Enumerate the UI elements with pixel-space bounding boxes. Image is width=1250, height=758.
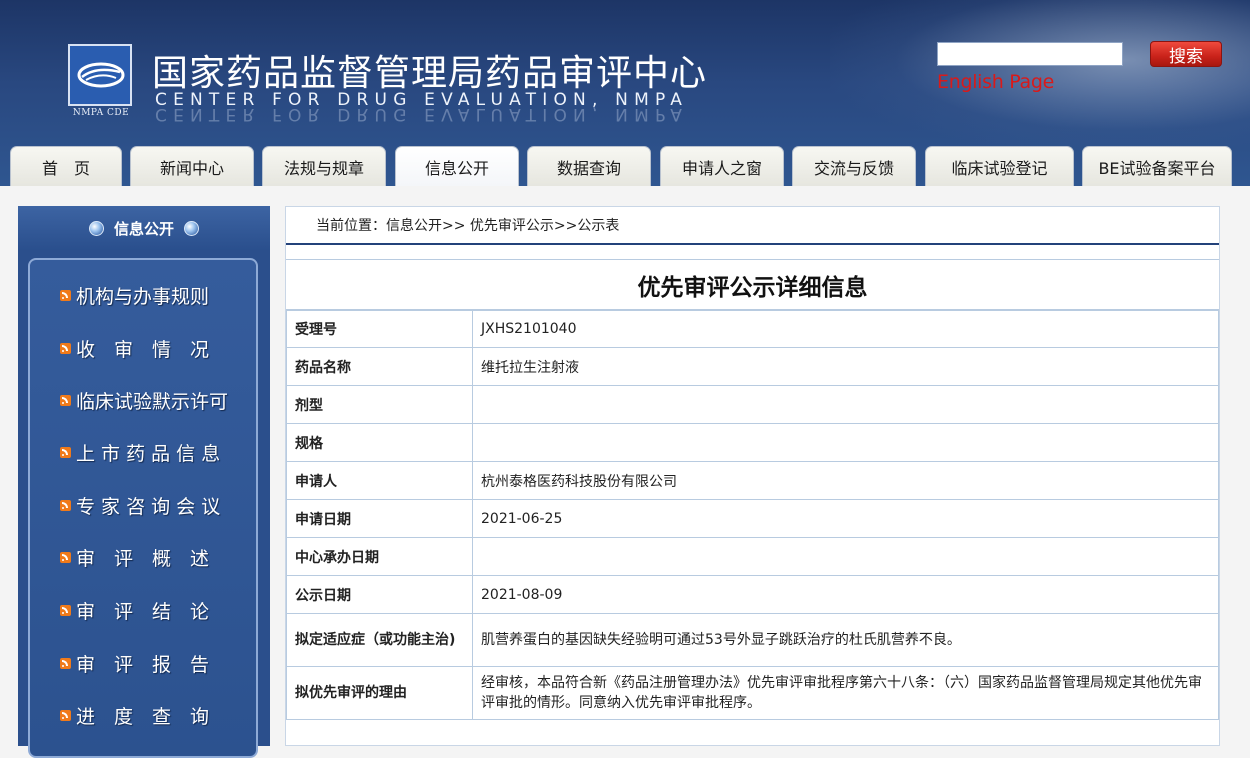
table-row: 公示日期 2021-08-09 bbox=[286, 575, 1219, 614]
field-value bbox=[472, 385, 1219, 424]
sidebar-item-acceptance-status[interactable]: 收 审 情 况 bbox=[60, 333, 209, 363]
tab-clinical-trial-registration[interactable]: 临床试验登记 bbox=[925, 146, 1074, 186]
tab-data-query[interactable]: 数据查询 bbox=[527, 146, 651, 186]
table-row: 药品名称 维托拉生注射液 bbox=[286, 347, 1219, 386]
sidebar: 信息公开 机构与办事规则 收 审 情 况 临床试验默示许可 上 市 药 品 信 … bbox=[18, 206, 270, 758]
page-title: 优先审评公示详细信息 bbox=[286, 259, 1219, 311]
logo-emblem-icon bbox=[77, 62, 125, 88]
sidebar-item-label: 上 市 药 品 信 息 bbox=[76, 442, 221, 465]
field-value: 肌营养蛋白的基因缺失经验明可通过53号外显子跳跃治疗的杜氏肌营养不良。 bbox=[472, 613, 1219, 667]
tab-information-disclosure[interactable]: 信息公开 bbox=[395, 146, 519, 186]
field-label: 中心承办日期 bbox=[286, 537, 473, 576]
sidebar-item-review-conclusion[interactable]: 审 评 结 论 bbox=[60, 595, 209, 625]
rss-icon bbox=[60, 657, 71, 669]
breadcrumb: 当前位置：信息公开>> 优先审评公示>>公示表 bbox=[286, 207, 1219, 245]
table-row: 拟定适应症（或功能主治) 肌营养蛋白的基因缺失经验明可通过53号外显子跳跃治疗的… bbox=[286, 613, 1219, 667]
table-row: 申请人 杭州泰格医药科技股份有限公司 bbox=[286, 461, 1219, 500]
field-value bbox=[472, 423, 1219, 462]
sidebar-header: 信息公开 bbox=[18, 206, 270, 250]
search-input[interactable] bbox=[937, 42, 1123, 66]
sidebar-menu: 机构与办事规则 收 审 情 况 临床试验默示许可 上 市 药 品 信 息 专 家… bbox=[28, 258, 258, 758]
sidebar-item-label: 审 评 结 论 bbox=[76, 600, 210, 623]
english-page-link[interactable]: English Page bbox=[937, 71, 1054, 93]
field-value: 2021-06-25 bbox=[472, 499, 1219, 538]
sidebar-item-clinical-trial-permit[interactable]: 临床试验默示许可 bbox=[60, 385, 228, 415]
sidebar-item-label: 审 评 报 告 bbox=[76, 653, 210, 676]
nmpa-logo[interactable] bbox=[68, 44, 132, 106]
site-title-en-reflection: CENTER FOR DRUG EVALUATION, NMPA bbox=[155, 104, 689, 124]
table-row: 剂型 bbox=[286, 385, 1219, 424]
field-label: 受理号 bbox=[286, 309, 473, 348]
rss-icon bbox=[60, 499, 71, 511]
sidebar-item-label: 专 家 咨 询 会 议 bbox=[76, 495, 221, 518]
field-label: 公示日期 bbox=[286, 575, 473, 614]
field-label: 药品名称 bbox=[286, 347, 473, 386]
tab-home[interactable]: 首 页 bbox=[10, 146, 122, 186]
field-label: 规格 bbox=[286, 423, 473, 462]
rss-icon bbox=[60, 446, 71, 458]
field-value: 2021-08-09 bbox=[472, 575, 1219, 614]
tab-regulations[interactable]: 法规与规章 bbox=[262, 146, 386, 186]
sidebar-item-label: 机构与办事规则 bbox=[76, 285, 210, 308]
sidebar-item-marketed-drugs[interactable]: 上 市 药 品 信 息 bbox=[60, 437, 220, 467]
field-label: 申请日期 bbox=[286, 499, 473, 538]
tab-feedback[interactable]: 交流与反馈 bbox=[792, 146, 916, 186]
bullet-orb-icon bbox=[88, 220, 104, 236]
tab-be-trial-platform[interactable]: BE试验备案平台 bbox=[1082, 146, 1232, 186]
sidebar-item-review-overview[interactable]: 审 评 概 述 bbox=[60, 542, 209, 572]
main-content: 当前位置：信息公开>> 优先审评公示>>公示表 优先审评公示详细信息 受理号 J… bbox=[285, 206, 1220, 746]
main-nav: 首 页 新闻中心 法规与规章 信息公开 数据查询 申请人之窗 交流与反馈 临床试… bbox=[0, 146, 1250, 186]
rss-icon bbox=[60, 342, 71, 354]
sidebar-item-label: 临床试验默示许可 bbox=[76, 390, 229, 413]
rss-icon bbox=[60, 394, 71, 406]
bullet-orb-icon bbox=[184, 220, 199, 236]
field-value: JXHS2101040 bbox=[472, 309, 1219, 348]
sidebar-title: 信息公开 bbox=[113, 219, 174, 238]
search-button[interactable]: 搜索 bbox=[1150, 41, 1222, 67]
sidebar-item-label: 审 评 概 述 bbox=[76, 547, 210, 570]
sidebar-item-institution-rules[interactable]: 机构与办事规则 bbox=[60, 280, 209, 310]
field-label: 申请人 bbox=[286, 461, 473, 500]
sidebar-item-progress-query[interactable]: 进 度 查 询 bbox=[60, 700, 209, 730]
field-label: 拟定适应症（或功能主治) bbox=[286, 613, 473, 667]
sidebar-item-label: 收 审 情 况 bbox=[76, 338, 210, 361]
rss-icon bbox=[60, 604, 71, 616]
table-row: 中心承办日期 bbox=[286, 537, 1219, 576]
tab-news[interactable]: 新闻中心 bbox=[130, 146, 254, 186]
sidebar-item-review-report[interactable]: 审 评 报 告 bbox=[60, 648, 209, 678]
field-value bbox=[472, 537, 1219, 576]
table-row: 申请日期 2021-06-25 bbox=[286, 499, 1219, 538]
field-value: 杭州泰格医药科技股份有限公司 bbox=[472, 461, 1219, 500]
table-row: 受理号 JXHS2101040 bbox=[286, 309, 1219, 348]
rss-icon bbox=[60, 551, 71, 563]
sidebar-item-expert-meetings[interactable]: 专 家 咨 询 会 议 bbox=[60, 490, 220, 520]
detail-table: 受理号 JXHS2101040 药品名称 维托拉生注射液 剂型 规格 申请人 杭… bbox=[286, 309, 1219, 720]
site-title-cn: 国家药品监督管理局药品审评中心 bbox=[152, 53, 708, 94]
rss-icon bbox=[60, 289, 71, 301]
sidebar-item-label: 进 度 查 询 bbox=[76, 705, 210, 728]
field-value: 经审核，本品符合新《药品注册管理办法》优先审评审批程序第六十八条：（六）国家药品… bbox=[472, 666, 1219, 720]
rss-icon bbox=[60, 709, 71, 721]
site-header: NMPA CDE 国家药品监督管理局药品审评中心 CENTER FOR DRUG… bbox=[0, 0, 1250, 186]
logo-caption: NMPA CDE bbox=[72, 108, 130, 118]
field-value: 维托拉生注射液 bbox=[472, 347, 1219, 386]
field-label: 拟优先审评的理由 bbox=[286, 666, 473, 720]
table-row: 拟优先审评的理由 经审核，本品符合新《药品注册管理办法》优先审评审批程序第六十八… bbox=[286, 666, 1219, 720]
tab-applicant-window[interactable]: 申请人之窗 bbox=[660, 146, 784, 186]
table-row: 规格 bbox=[286, 423, 1219, 462]
field-label: 剂型 bbox=[286, 385, 473, 424]
